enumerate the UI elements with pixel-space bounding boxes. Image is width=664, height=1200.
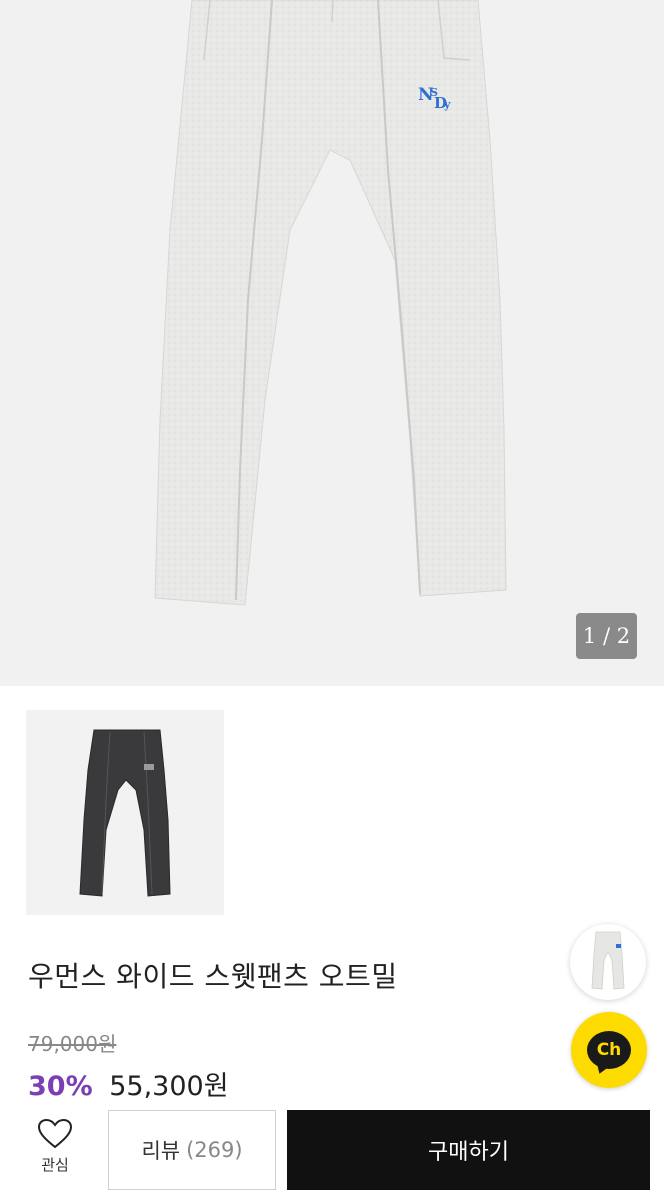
mini-pants-illustration [591, 931, 625, 990]
sale-price: 55,300원 [109, 1071, 229, 1102]
review-count: (269) [186, 1138, 243, 1162]
image-page-indicator: 1 / 2 [576, 613, 637, 659]
thumbnail-pants-illustration [79, 729, 171, 897]
product-main-image[interactable]: N S D y 1 / 2 [0, 0, 664, 686]
product-thumbnail[interactable] [26, 710, 224, 915]
product-title: 우먼스 와이드 스웻팬츠 오트밀 [28, 960, 398, 993]
wish-button[interactable]: 관심 [12, 1118, 98, 1188]
buy-label: 구매하기 [428, 1140, 509, 1165]
buy-button[interactable]: 구매하기 [287, 1110, 650, 1190]
discount-rate: 30% [28, 1071, 93, 1102]
svg-text:y: y [443, 98, 451, 111]
floating-product-thumbnail[interactable] [570, 924, 646, 1000]
chat-button[interactable]: Ch [571, 1012, 647, 1088]
review-label: 리뷰 [141, 1139, 181, 1163]
sale-price-row: 30% 55,300원 [28, 1064, 229, 1103]
review-button[interactable]: 리뷰 (269) [108, 1110, 276, 1190]
original-price: 79,000원 [28, 1032, 117, 1056]
wish-label: 관심 [41, 1156, 69, 1174]
chat-icon: Ch [587, 1031, 631, 1069]
pants-illustration: N S D y [154, 0, 507, 606]
heart-icon [37, 1118, 73, 1149]
